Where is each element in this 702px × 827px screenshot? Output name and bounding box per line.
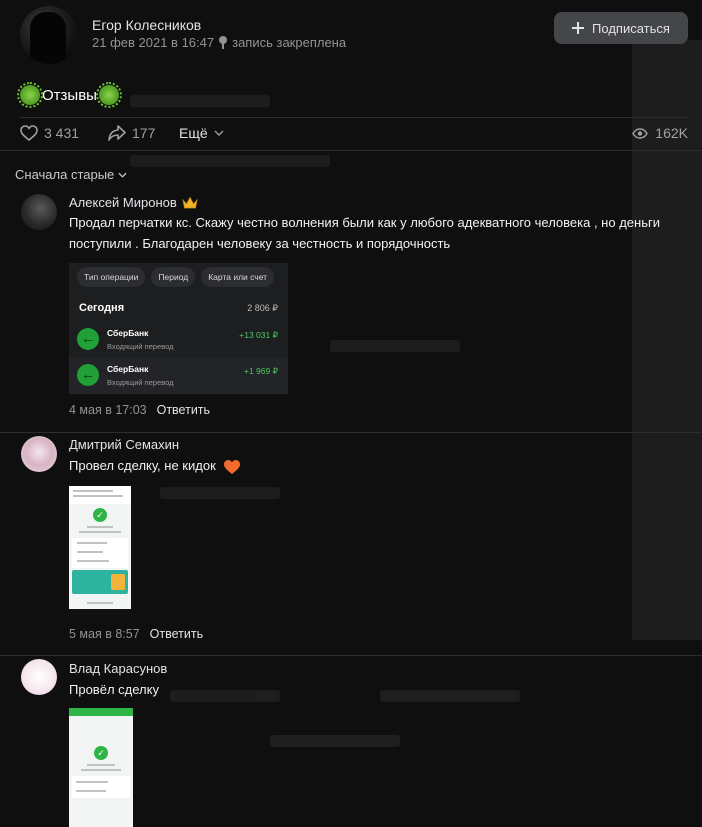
comment-text-content: Провел сделку, не кидок: [69, 458, 216, 473]
filter-chip: Тип операции: [77, 267, 146, 287]
author-avatar[interactable]: [20, 6, 78, 64]
plus-icon: [572, 22, 585, 34]
phone-text-line: [76, 790, 106, 792]
views: 162K: [632, 125, 688, 141]
more-label: Ещё: [179, 125, 208, 141]
share-count: 177: [132, 125, 156, 141]
like-button[interactable]: 3 431: [20, 125, 79, 141]
bank-type: Входящий перевод: [107, 342, 174, 351]
eye-icon: [632, 127, 649, 139]
phone-text-line: [81, 769, 121, 771]
phone-card: [72, 776, 130, 798]
comment-author[interactable]: Алексей Миронов: [69, 195, 198, 210]
post-actions: 3 431 177 Ещё 162K: [20, 122, 688, 146]
avatar[interactable]: [21, 659, 57, 695]
subscribe-label: Подписаться: [592, 20, 670, 36]
comment-date[interactable]: 5 мая в 8:57: [69, 627, 140, 641]
share-icon: [108, 125, 126, 141]
bank-amount: +13 031 ₽: [239, 330, 278, 340]
phone-text-line: [73, 495, 123, 497]
bank-filters: Тип операции Период Карта или счет: [77, 267, 275, 287]
comment-footer: 5 мая в 8:57 Ответить: [69, 627, 203, 641]
sort-label: Сначала старые: [15, 167, 115, 182]
divider: [20, 117, 688, 118]
phone-nav-bar: [69, 609, 131, 618]
avatar[interactable]: [21, 436, 57, 472]
comment-text: Провёл сделку: [69, 682, 159, 697]
divider: [0, 655, 702, 656]
phone-text-line: [73, 490, 113, 492]
reply-button[interactable]: Ответить: [157, 403, 210, 417]
comment-author-name: Дмитрий Семахин: [69, 437, 180, 452]
share-button[interactable]: 177: [108, 125, 155, 141]
phone-text-line: [77, 560, 109, 562]
check-icon: [93, 508, 107, 522]
phone-banner: [72, 570, 128, 594]
comment-author[interactable]: Влад Карасунов: [69, 661, 167, 676]
comment-footer: 4 мая в 17:03 Ответить: [69, 403, 210, 417]
check-icon: [94, 746, 108, 760]
pinned-label: запись закреплена: [232, 35, 347, 50]
post-text: Отзывы: [17, 82, 122, 108]
sber-logo-icon: [77, 364, 99, 386]
divider: [0, 150, 702, 151]
comments-sort[interactable]: Сначала старые: [15, 167, 127, 182]
sber-logo-icon: [77, 328, 99, 350]
post-date[interactable]: 21 фев 2021 в 16:47: [92, 35, 214, 50]
post-text-content: Отзывы: [42, 86, 97, 104]
phone-text-line: [87, 602, 113, 604]
virus-icon: [17, 82, 43, 108]
phone-text-line: [77, 542, 107, 544]
pin-icon: [218, 36, 228, 49]
filter-chip: Период: [151, 267, 196, 287]
subscribe-button[interactable]: Подписаться: [554, 12, 688, 44]
phone-text-line: [77, 551, 103, 553]
comment-author-name: Алексей Миронов: [69, 195, 177, 210]
post-meta: 21 фев 2021 в 16:47 запись закреплена: [92, 35, 346, 50]
phone-text-line: [87, 764, 115, 766]
bank-transaction: СберБанк Входящий перевод +1 969 ₽: [69, 358, 288, 394]
bank-day-total: 2 806 ₽: [247, 303, 278, 313]
attachment-phone-screenshot[interactable]: [69, 486, 131, 618]
virus-icon: [95, 82, 122, 108]
attachment-bank-screenshot[interactable]: Тип операции Период Карта или счет Сегод…: [69, 263, 288, 394]
avatar[interactable]: [21, 194, 57, 230]
crown-icon: [182, 196, 198, 209]
comment-text: Продал перчатки кс. Скажу честно волнени…: [69, 215, 660, 251]
like-count: 3 431: [44, 125, 80, 141]
reply-button[interactable]: Ответить: [150, 627, 203, 641]
phone-text-line: [76, 781, 108, 783]
bank-type: Входящий перевод: [107, 378, 174, 387]
bank-day-label: Сегодня: [79, 302, 125, 314]
phone-text-line: [87, 526, 113, 528]
post-header: Егор Колесников 21 фев 2021 в 16:47 запи…: [0, 0, 702, 78]
more-button[interactable]: Ещё: [179, 125, 224, 141]
comment-author[interactable]: Дмитрий Семахин: [69, 437, 179, 452]
attachment-phone-screenshot[interactable]: [69, 708, 133, 827]
author-name[interactable]: Егор Колесников: [92, 17, 201, 33]
filter-chip: Карта или счет: [201, 267, 275, 287]
chevron-down-icon: [214, 130, 224, 136]
comment-text: Провел сделку, не кидок: [69, 455, 679, 476]
phone-text-line: [79, 531, 121, 533]
bank-transaction: СберБанк Входящий перевод +13 031 ₽: [69, 322, 288, 358]
heart-emoji-icon: [223, 459, 241, 475]
comment-author-name: Влад Карасунов: [69, 661, 168, 676]
phone-header: [69, 708, 133, 716]
bank-name: СберБанк: [107, 364, 149, 374]
chevron-down-icon: [118, 172, 127, 178]
bank-name: СберБанк: [107, 328, 149, 338]
comment-date[interactable]: 4 мая в 17:03: [69, 403, 147, 417]
divider: [0, 432, 702, 433]
heart-icon: [20, 125, 38, 141]
views-count: 162K: [655, 125, 688, 141]
bank-amount: +1 969 ₽: [243, 366, 278, 376]
